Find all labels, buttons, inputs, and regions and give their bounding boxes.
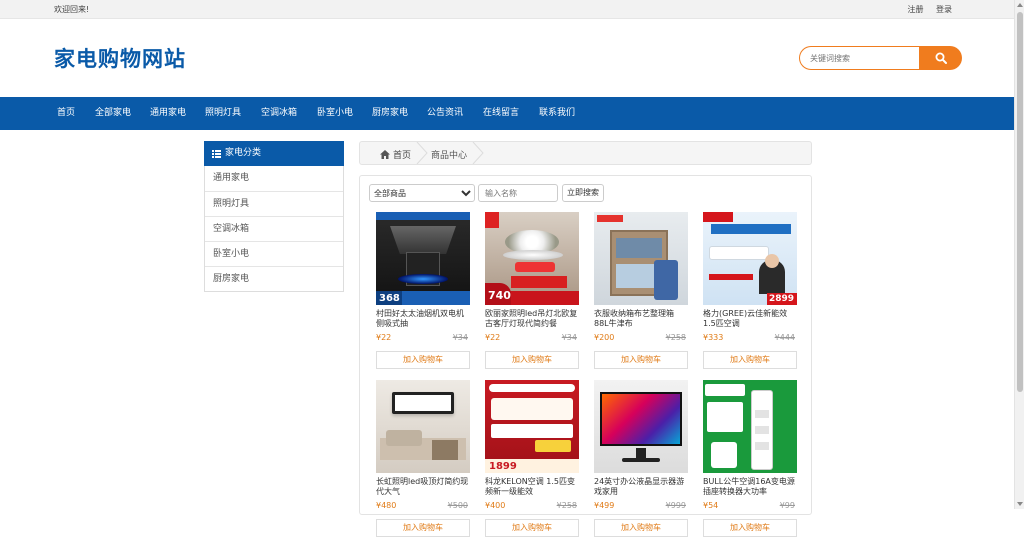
product-name[interactable]: 24英寸办公液晶显示器游戏家用 [594, 477, 688, 497]
product-image-chandelier[interactable]: 740 [485, 212, 579, 305]
product-price: ¥22 [485, 333, 501, 342]
site-logo[interactable]: 家电购物网站 [54, 43, 186, 73]
category-item-lighting[interactable]: 照明灯具 [205, 191, 343, 216]
add-to-cart-button[interactable]: 加入购物车 [376, 351, 470, 369]
add-to-cart-button[interactable]: 加入购物车 [485, 351, 579, 369]
product-name[interactable]: 衣服收纳箱布艺整理箱88L牛津布 [594, 309, 688, 329]
product-badge: 1899 [489, 461, 517, 472]
product-panel: 全部商品 立即搜索 368 村田好太太油烟机双电机侧吸式抽 ¥22 ¥34 加入购… [359, 175, 812, 537]
search-icon [935, 52, 947, 64]
filter-search-button[interactable]: 立即搜索 [562, 184, 604, 202]
product-name[interactable]: BULL公牛空调16A变电源插座转换器大功率 [703, 477, 797, 497]
top-bar: 欢迎回来! 注册 登录 [0, 0, 1014, 19]
add-to-cart-button[interactable]: 加入购物车 [703, 519, 797, 537]
product-badge: 2899 [768, 294, 794, 304]
breadcrumb-home[interactable]: 首页 [380, 148, 411, 161]
product-image-ceiling-light[interactable] [376, 380, 470, 473]
add-to-cart-button[interactable]: 加入购物车 [594, 351, 688, 369]
page-scrollbar[interactable] [1014, 0, 1024, 509]
product-card: 长虹照明led吸顶灯简约现代大气 ¥480 ¥500 加入购物车 [376, 380, 470, 537]
product-name[interactable]: 长虹照明led吸顶灯简约现代大气 [376, 477, 470, 497]
product-name[interactable]: 村田好太太油烟机双电机侧吸式抽 [376, 309, 470, 329]
product-price: ¥22 [376, 333, 392, 342]
product-card: 1899 科龙KELON空调 1.5匹变频新一级能效 ¥400 ¥258 加入购物… [485, 380, 579, 537]
category-item-bedroom[interactable]: 卧室小电 [205, 241, 343, 266]
product-old-price: ¥258 [665, 333, 686, 342]
product-card: 衣服收纳箱布艺整理箱88L牛津布 ¥200 ¥258 加入购物车 [594, 212, 688, 369]
product-name[interactable]: 科龙KELON空调 1.5匹变频新一级能效 [485, 477, 579, 497]
add-to-cart-button[interactable]: 加入购物车 [376, 519, 470, 537]
product-name[interactable]: 格力(GREE)云佳新能效1.5匹空调 [703, 309, 797, 329]
scroll-up-arrow-icon[interactable] [1017, 3, 1023, 7]
scrollbar-thumb[interactable] [1017, 12, 1023, 392]
product-card: BULL公牛空调16A变电源插座转换器大功率 ¥54 ¥99 加入购物车 [703, 380, 797, 537]
list-icon [212, 149, 221, 158]
product-image-storage-box[interactable] [594, 212, 688, 305]
product-badge: 368 [379, 293, 400, 304]
breadcrumb-home-label: 首页 [393, 151, 412, 161]
category-sidebar: 家电分类 通用家电 照明灯具 空调冰箱 卧室小电 厨房家电 [204, 141, 344, 292]
product-image-kelon-ac[interactable]: 1899 [485, 380, 579, 473]
product-price: ¥200 [594, 333, 615, 342]
product-card: 2899 格力(GREE)云佳新能效1.5匹空调 ¥333 ¥444 加入购物车 [703, 212, 797, 369]
category-select[interactable]: 全部商品 [369, 184, 475, 202]
product-image-gree-ac[interactable]: 2899 [703, 212, 797, 305]
breadcrumb-current: 商品中心 [431, 151, 468, 161]
account-links: 注册 登录 [897, 4, 952, 15]
chevron-right-icon [472, 142, 484, 164]
category-item-kitchen[interactable]: 厨房家电 [205, 266, 343, 291]
category-item-general[interactable]: 通用家电 [205, 166, 343, 191]
search-button[interactable] [919, 46, 962, 70]
nav-item-aircon[interactable]: 空调冰箱 [261, 97, 297, 130]
nav-item-news[interactable]: 公告资讯 [427, 97, 463, 130]
product-card: 24英寸办公液晶显示器游戏家用 ¥499 ¥999 加入购物车 [594, 380, 688, 537]
name-search-input[interactable] [478, 184, 558, 202]
product-name[interactable]: 欧丽家照明led吊灯北欧复古客厅灯现代简约餐 [485, 309, 579, 329]
login-link[interactable]: 登录 [936, 5, 952, 14]
nav-item-message[interactable]: 在线留言 [483, 97, 519, 130]
site-header: 家电购物网站 [0, 19, 1014, 97]
product-old-price: ¥444 [774, 333, 795, 342]
chevron-right-icon [416, 142, 428, 164]
nav-item-all[interactable]: 全部家电 [95, 97, 131, 130]
welcome-text: 欢迎回来! [54, 5, 90, 14]
sidebar-title: 家电分类 [225, 148, 262, 158]
home-icon [380, 150, 390, 159]
sidebar-header: 家电分类 [204, 141, 344, 166]
add-to-cart-button[interactable]: 加入购物车 [594, 519, 688, 537]
product-old-price: ¥34 [452, 333, 468, 342]
breadcrumb: 首页 商品中心 [359, 141, 812, 165]
product-card: 368 村田好太太油烟机双电机侧吸式抽 ¥22 ¥34 加入购物车 [376, 212, 470, 369]
search-box [799, 46, 962, 70]
nav-item-lighting[interactable]: 照明灯具 [205, 97, 241, 130]
add-to-cart-button[interactable]: 加入购物车 [485, 519, 579, 537]
product-image-range-hood[interactable]: 368 [376, 212, 470, 305]
product-card: 740 欧丽家照明led吊灯北欧复古客厅灯现代简约餐 ¥22 ¥34 加入购物车 [485, 212, 579, 369]
product-image-power-strip[interactable] [703, 380, 797, 473]
main-nav: 首页 全部家电 通用家电 照明灯具 空调冰箱 卧室小电 厨房家电 公告资讯 在线… [0, 97, 1014, 130]
product-old-price: ¥34 [561, 333, 577, 342]
category-list: 通用家电 照明灯具 空调冰箱 卧室小电 厨房家电 [204, 166, 344, 292]
add-to-cart-button[interactable]: 加入购物车 [703, 351, 797, 369]
product-price: ¥333 [703, 333, 724, 342]
register-link[interactable]: 注册 [907, 5, 923, 14]
nav-item-home[interactable]: 首页 [57, 97, 75, 130]
nav-item-bedroom[interactable]: 卧室小电 [317, 97, 353, 130]
nav-item-contact[interactable]: 联系我们 [539, 97, 575, 130]
product-image-monitor[interactable] [594, 380, 688, 473]
product-badge: 740 [488, 289, 511, 302]
nav-item-kitchen[interactable]: 厨房家电 [372, 97, 408, 130]
nav-item-general[interactable]: 通用家电 [150, 97, 186, 130]
category-item-aircon[interactable]: 空调冰箱 [205, 216, 343, 241]
search-input[interactable] [799, 46, 921, 70]
scroll-down-arrow-icon[interactable] [1017, 502, 1023, 506]
